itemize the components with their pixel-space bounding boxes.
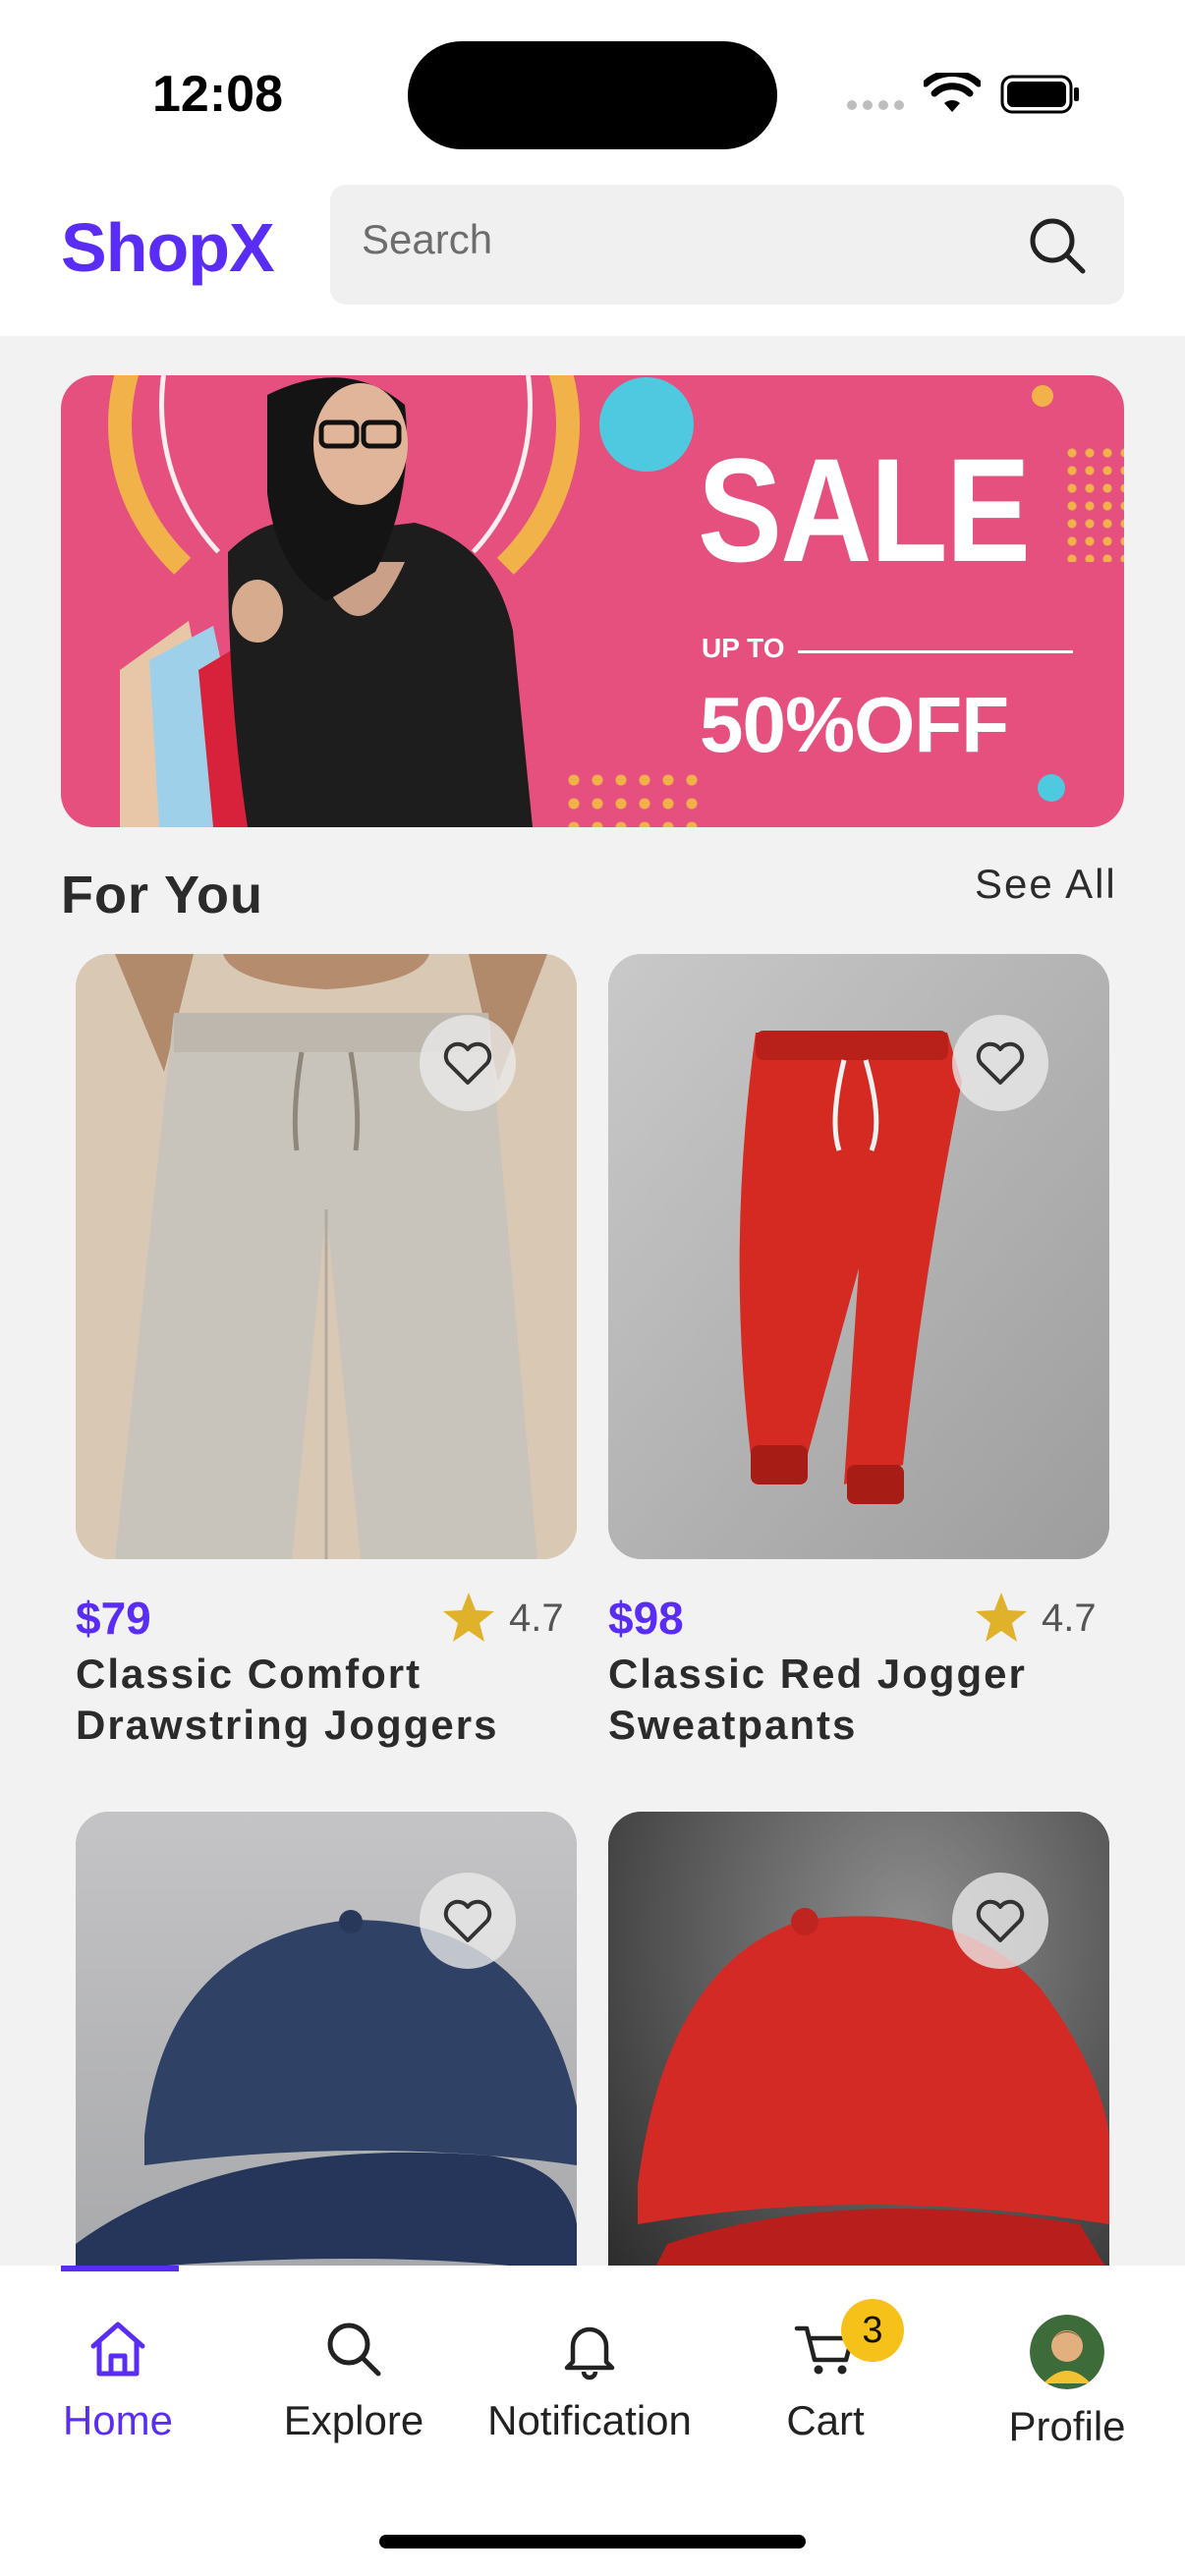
tab-profile[interactable]: Profile [949,2315,1185,2450]
dynamic-island [408,41,777,149]
status-time: 12:08 [152,66,283,123]
product-name[interactable]: Classic Red Jogger Sweatpants [608,1649,1100,1751]
rating-value: 4.7 [509,1596,564,1640]
heart-icon [976,1899,1025,1942]
banner-discount: 50%OFF [700,681,1009,768]
tab-label: Notification [487,2397,692,2443]
status-bar: 12:08 [0,0,1185,177]
section-title: For You [61,866,263,924]
wifi-icon [924,73,981,112]
active-tab-indicator [61,2266,179,2271]
banner-dot-decoration [1038,774,1065,802]
app-header: ShopX Search [0,177,1185,336]
banner-circle-decoration [599,377,694,472]
product-rating: 4.7 [440,1590,564,1647]
product-price: $79 [76,1593,151,1644]
search-placeholder: Search [362,216,493,262]
heart-icon [443,1041,492,1085]
home-indicator [379,2535,806,2548]
product-name-line: Sweatpants [608,1702,858,1748]
favorite-button[interactable] [952,1015,1048,1111]
heart-icon [443,1899,492,1942]
banner-dot-decoration [1032,385,1053,407]
banner-title: SALE [698,427,1031,592]
banner-model-image [120,377,533,827]
search-icon[interactable] [1026,214,1089,277]
star-icon [976,1593,1027,1642]
banner-dots-decoration [1063,444,1124,562]
product-name-line: Drawstring Joggers [76,1702,499,1748]
tab-label: Home [62,2397,174,2443]
battery-icon [1000,75,1079,114]
favorite-button[interactable] [952,1873,1048,1969]
brand-logo: ShopX [61,209,275,286]
tab-label: Profile [1008,2403,1126,2449]
favorite-button[interactable] [420,1015,516,1111]
cart-count-badge: 3 [841,2299,904,2362]
product-rating: 4.7 [973,1590,1097,1647]
bell-icon [564,2326,615,2380]
sale-banner[interactable]: SALE UP TO 50%OFF [61,375,1124,827]
tab-cart[interactable]: 3 Cart [707,2299,943,2444]
product-name-line: Classic Red Jogger [608,1651,1027,1697]
see-all-link[interactable]: See All [975,861,1117,908]
banner-subtitle: UP TO [702,633,785,663]
product-image[interactable] [76,954,577,1559]
tab-home[interactable]: Home [0,2315,236,2444]
cellular-signal-icon [847,100,904,110]
tab-label: Explore [283,2397,424,2443]
tab-notification[interactable]: Notification [472,2315,707,2444]
tab-label: Cart [786,2397,865,2443]
rating-value: 4.7 [1042,1596,1097,1640]
tab-explore[interactable]: Explore [236,2315,472,2444]
search-icon [327,2323,381,2377]
favorite-button[interactable] [420,1873,516,1969]
product-name-line: Classic Comfort [76,1651,423,1697]
product-image[interactable] [608,954,1109,1559]
product-name[interactable]: Classic Comfort Drawstring Joggers [76,1649,567,1751]
star-icon [443,1593,494,1642]
banner-divider [798,650,1073,653]
heart-icon [976,1041,1025,1085]
home-icon [90,2322,145,2377]
product-price: $98 [608,1593,684,1644]
avatar [1030,2315,1104,2389]
search-input[interactable]: Search [330,185,1124,305]
bottom-tab-bar: Home Explore Notification 3 Cart Profile [0,2266,1185,2576]
